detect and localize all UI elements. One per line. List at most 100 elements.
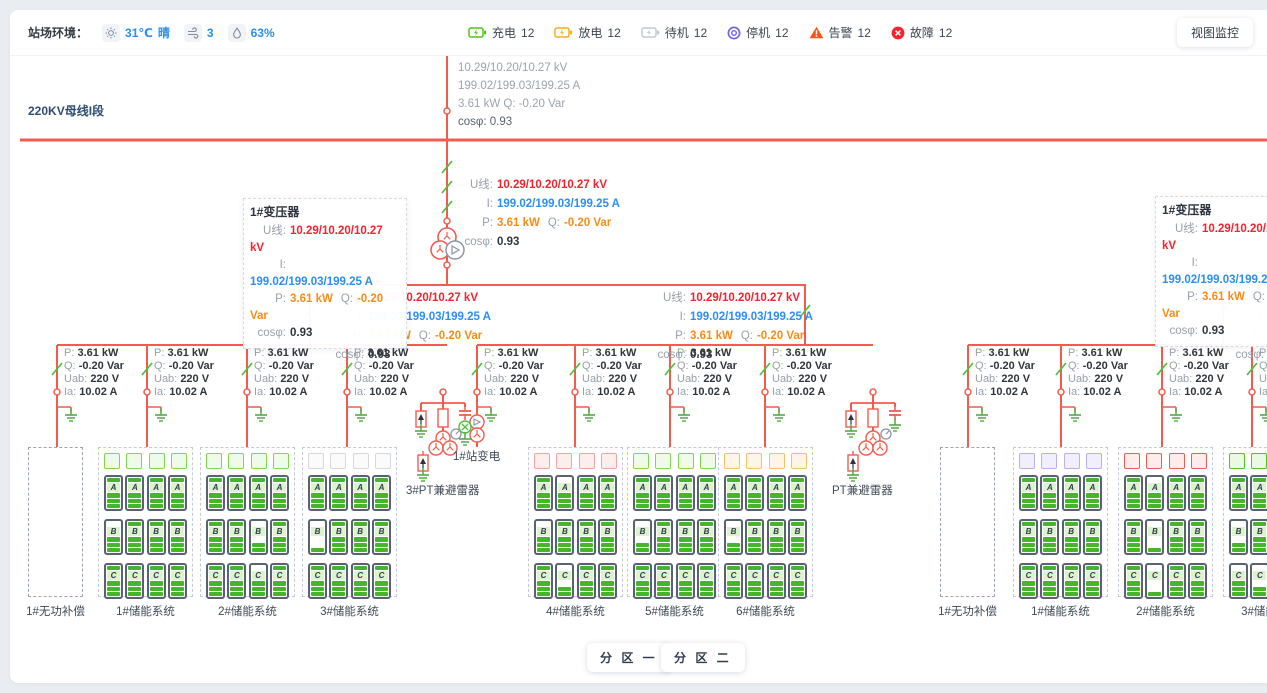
measure-row: P: 3.61 kW xyxy=(1169,347,1229,360)
measure-row: Ia: 10.02 A xyxy=(1169,386,1229,399)
discharge-battery-icon xyxy=(554,26,573,39)
measure-row: Q: -0.20 Var xyxy=(1169,360,1229,373)
battery-cell: C xyxy=(745,563,764,599)
storage-system-box[interactable]: AAAABBBBCCCC xyxy=(98,447,193,597)
reactive-compensation-box[interactable] xyxy=(940,447,995,597)
battery-cell: C xyxy=(147,563,166,599)
measure-row: Ia: 10.02 A xyxy=(154,386,214,399)
storage-system-box[interactable]: AAAABBBBCCCC xyxy=(528,447,623,597)
measure-row: I:199.02/199.03/199.25 A xyxy=(650,308,813,327)
temperature-item: 31℃ 晴 xyxy=(102,24,170,42)
measure-row: P: 3.61 kW xyxy=(677,347,737,360)
fault-icon xyxy=(891,26,905,40)
cell-letter: B xyxy=(537,527,550,536)
storage-system-box[interactable]: AAAABBBBCCCC xyxy=(200,447,295,597)
battery-cell: C xyxy=(633,563,652,599)
cell-letter: C xyxy=(1191,571,1204,580)
alarm-icon xyxy=(809,26,824,39)
pcs-status-rect xyxy=(1124,453,1140,469)
measure-row: Q: -0.20 Var xyxy=(975,360,1035,373)
cell-row: AAAA xyxy=(724,475,807,511)
measure-value: 10.29/10.20/10.27 kV xyxy=(497,179,607,191)
cell-letter: B xyxy=(700,527,713,536)
status-badge-stopped[interactable]: 停机12 xyxy=(727,24,788,41)
measure-row: Uab: 220 V xyxy=(1068,373,1128,386)
battery-cell-grid: AAAABBBBCCCC xyxy=(628,469,721,599)
measure-row: Uab: 220 V xyxy=(1259,373,1267,386)
storage-system-box[interactable]: AAAABBBBCCCC xyxy=(1013,447,1108,597)
storage-system-box[interactable]: AAAABBBBCCCC xyxy=(627,447,722,597)
status-badge-alarm[interactable]: 告警12 xyxy=(809,24,871,41)
cell-letter: A xyxy=(230,483,243,492)
measure-row: 199.02/199.03/199.25 A xyxy=(458,77,580,95)
top-toolbar: 站场环境： 31℃ 晴 3 xyxy=(10,10,1267,56)
storage-system-box[interactable]: AAAABBBBCCCC xyxy=(1223,447,1267,597)
partition-two-button[interactable]: 分 区 二 xyxy=(661,643,745,672)
cell-letter: A xyxy=(1127,483,1140,492)
battery-cell: B xyxy=(1040,519,1059,555)
status-badge-fault[interactable]: 故障12 xyxy=(891,24,952,41)
transformer-title: 1#变压器 xyxy=(1162,202,1267,219)
pcs-status-row xyxy=(1119,448,1212,469)
measure-row: Uab: 220 V xyxy=(64,373,124,386)
measure-row: cosφ:0.93 xyxy=(1162,323,1267,340)
pcs-status-rect xyxy=(375,453,391,469)
storage-system-box[interactable]: AAAABBBBCCCC xyxy=(302,447,397,597)
measure-key: P: xyxy=(457,214,493,233)
cell-row: CCCC xyxy=(308,563,391,599)
measure-row: Ia: 10.02 A xyxy=(354,386,414,399)
cell-row: BBBB xyxy=(1019,519,1102,555)
pcs-status-rect xyxy=(791,453,807,469)
measure-row: U线:10.29/10.20/10.27 kV xyxy=(650,289,813,308)
measure-row: Q: -0.20 Var xyxy=(254,360,314,373)
battery-cell: B xyxy=(1019,519,1038,555)
cell-letter: B xyxy=(252,527,265,536)
cell-letter: C xyxy=(558,571,571,580)
cell-row: BBBB xyxy=(308,519,391,555)
measure-row: Ia: 10.02 A xyxy=(1259,386,1267,399)
battery-cell: C xyxy=(270,563,289,599)
measure-row: cosφ:0.93 xyxy=(457,233,620,252)
cell-letter: C xyxy=(1170,571,1183,580)
status-badge-discharge[interactable]: 放电12 xyxy=(554,24,620,41)
pcs-status-rect xyxy=(251,453,267,469)
pcs-status-rect xyxy=(171,453,187,469)
battery-cell: C xyxy=(534,563,553,599)
cell-row: BBBB xyxy=(1229,519,1267,555)
reactive-compensation-box[interactable] xyxy=(28,447,83,597)
pcs-status-rect xyxy=(700,453,716,469)
measure-key: P: xyxy=(1162,289,1198,306)
pcs-status-rect xyxy=(1041,453,1057,469)
wind-item: 3 xyxy=(184,24,214,42)
storage-system-box[interactable]: AAAABBBBCCCC xyxy=(718,447,813,597)
cell-letter: B xyxy=(558,527,571,536)
status-badge-standby[interactable]: 待机12 xyxy=(641,24,707,41)
battery-cell-grid: AAAABBBBCCCC xyxy=(1224,469,1267,599)
battery-cell: A xyxy=(724,475,743,511)
status-badge-charge[interactable]: 充电12 xyxy=(468,24,534,41)
battery-cell: A xyxy=(1188,475,1207,511)
cell-row: CCCC xyxy=(206,563,289,599)
cell-letter: C xyxy=(679,571,692,580)
measure-row: Ia: 10.02 A xyxy=(64,386,124,399)
cell-letter: B xyxy=(1022,527,1035,536)
cell-letter: B xyxy=(748,527,761,536)
storage-system-box[interactable]: AAAABBBBCCCC xyxy=(1118,447,1213,597)
battery-cell: B xyxy=(1145,519,1164,555)
partition-one-button[interactable]: 分 区 一 xyxy=(587,643,671,672)
measure-row: Uab: 220 V xyxy=(772,373,832,386)
pcs-status-rect xyxy=(126,453,142,469)
cell-row: CCCC xyxy=(534,563,617,599)
storage-system-label: 1#无功补偿 xyxy=(18,603,93,619)
battery-cell: C xyxy=(1250,563,1267,599)
battery-cell: C xyxy=(697,563,716,599)
cell-row: BBBB xyxy=(633,519,716,555)
transformer-info-box-1: 1#变压器U线:10.29/10.20/10.27 kVI:199.02/199… xyxy=(243,198,407,349)
cell-letter: A xyxy=(1170,483,1183,492)
pcs-status-rect xyxy=(655,453,671,469)
view-monitor-button[interactable]: 视图监控 xyxy=(1177,18,1253,47)
pcs-status-row xyxy=(1014,448,1107,469)
station-environment-label: 站场环境： xyxy=(28,24,88,41)
measure-value: 3.61 kW xyxy=(290,293,333,305)
badge-label: 停机 xyxy=(746,24,770,41)
